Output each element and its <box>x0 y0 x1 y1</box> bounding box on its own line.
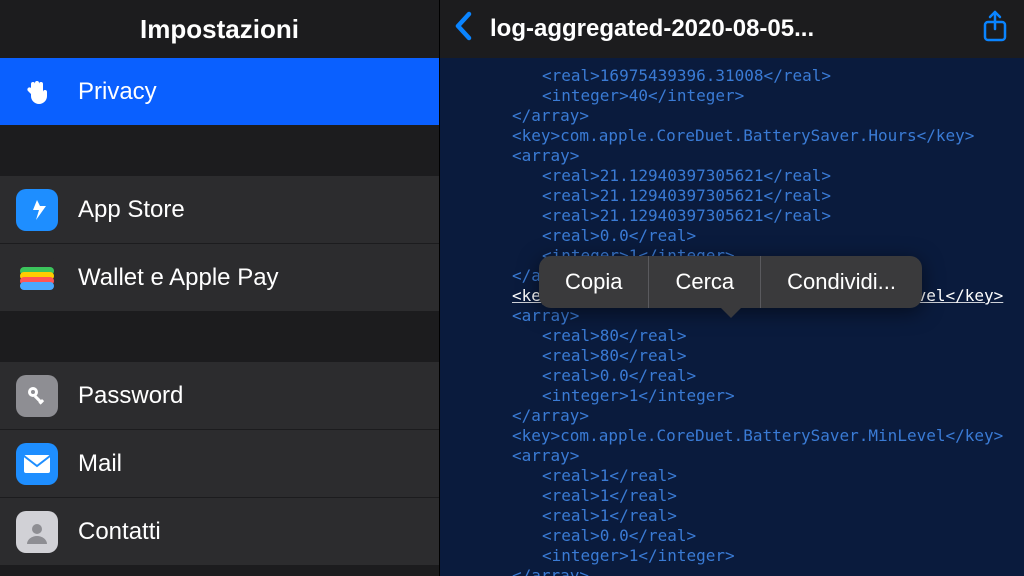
code-line: <real>80</real> <box>440 346 1024 366</box>
detail-header: log-aggregated-2020-08-05... <box>440 0 1024 58</box>
sidebar-item-privacy[interactable]: Privacy <box>0 58 439 126</box>
code-line: <array> <box>440 446 1024 466</box>
code-line: <real>21.12940397305621</real> <box>440 186 1024 206</box>
code-line: <integer>1</integer> <box>440 386 1024 406</box>
share-button[interactable] <box>980 10 1010 49</box>
code-line: <real>0.0</real> <box>440 526 1024 546</box>
code-line: <real>1</real> <box>440 506 1024 526</box>
wallet-icon <box>16 257 58 299</box>
code-line: <real>21.12940397305621</real> <box>440 166 1024 186</box>
code-line: </array> <box>440 566 1024 576</box>
sidebar-title: Impostazioni <box>140 14 299 45</box>
sidebar-item-app-store[interactable]: App Store <box>0 176 439 244</box>
menu-share[interactable]: Condividi... <box>761 256 922 308</box>
code-line: <key>com.apple.CoreDuet.BatterySaver.Min… <box>440 426 1024 446</box>
code-line: </array> <box>440 406 1024 426</box>
context-menu: Copia Cerca Condividi... <box>539 256 922 308</box>
code-line: <array> <box>440 146 1024 166</box>
code-line: <real>1</real> <box>440 486 1024 506</box>
mail-icon <box>16 443 58 485</box>
share-icon <box>980 10 1010 44</box>
key-icon <box>16 375 58 417</box>
section-gap <box>0 126 439 176</box>
code-line: <real>16975439396.31008</real> <box>440 66 1024 86</box>
code-line: </array> <box>440 106 1024 126</box>
section-gap <box>0 312 439 362</box>
file-title: log-aggregated-2020-08-05... <box>490 15 980 43</box>
code-line: <key>com.apple.CoreDuet.BatterySaver.Hou… <box>440 126 1024 146</box>
code-line: <real>0.0</real> <box>440 226 1024 246</box>
appstore-icon <box>16 189 58 231</box>
sidebar-item-label: Contatti <box>78 518 161 546</box>
sidebar-item-label: Mail <box>78 450 122 478</box>
code-line: <integer>40</integer> <box>440 86 1024 106</box>
sidebar-header: Impostazioni <box>0 0 439 58</box>
chevron-left-icon <box>454 11 474 41</box>
code-line: <real>1</real> <box>440 466 1024 486</box>
sidebar-item-label: Password <box>78 382 183 410</box>
sidebar-item-contatti[interactable]: Contatti <box>0 498 439 566</box>
code-line: <real>80</real> <box>440 326 1024 346</box>
sidebar-item-label: Wallet e Apple Pay <box>78 264 279 292</box>
back-button[interactable] <box>454 11 474 47</box>
hand-icon <box>16 71 58 113</box>
sidebar-item-mail[interactable]: Mail <box>0 430 439 498</box>
settings-sidebar: Impostazioni Privacy App Store Wallet e Ap… <box>0 0 440 576</box>
menu-copy[interactable]: Copia <box>539 256 648 308</box>
contacts-icon <box>16 511 58 553</box>
code-line: <integer>1</integer> <box>440 546 1024 566</box>
sidebar-item-password[interactable]: Password <box>0 362 439 430</box>
sidebar-item-label: App Store <box>78 196 185 224</box>
sidebar-list: Privacy App Store Wallet e Apple Pay Passwo… <box>0 58 439 566</box>
code-line: <real>21.12940397305621</real> <box>440 206 1024 226</box>
menu-find[interactable]: Cerca <box>649 256 760 308</box>
code-line: <real>0.0</real> <box>440 366 1024 386</box>
detail-panel: log-aggregated-2020-08-05... <real>16975… <box>440 0 1024 576</box>
sidebar-item-label: Privacy <box>78 78 157 106</box>
sidebar-item-wallet-e-apple-pay[interactable]: Wallet e Apple Pay <box>0 244 439 312</box>
